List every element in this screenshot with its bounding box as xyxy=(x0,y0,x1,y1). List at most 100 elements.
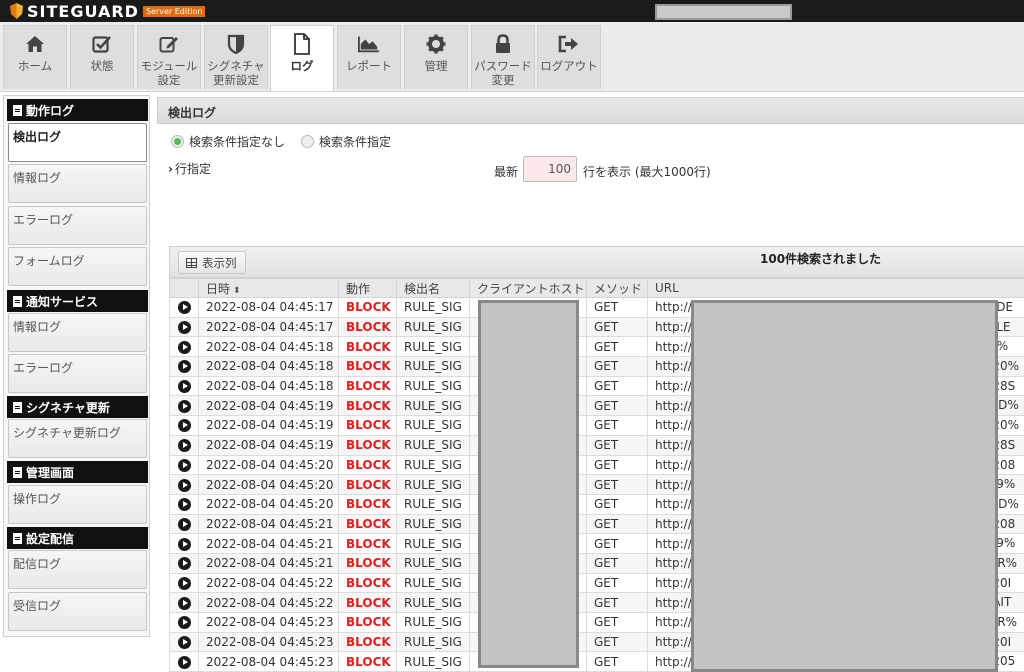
row-expand[interactable] xyxy=(169,552,199,574)
row-expand[interactable] xyxy=(169,356,199,377)
play-icon[interactable] xyxy=(177,537,191,551)
redacted-client-host xyxy=(478,300,579,668)
lock-icon xyxy=(492,33,514,55)
sidebar-item-signature-update-log[interactable]: シグネチャ更新ログ xyxy=(8,419,147,458)
sidebar-section-admin-screen: 管理画面 xyxy=(7,461,148,483)
cell-method: GET xyxy=(586,415,648,436)
latest-suffix: 行を表示 (最大1000行) xyxy=(583,165,711,179)
play-icon[interactable] xyxy=(177,576,191,590)
row-expand[interactable] xyxy=(169,395,199,417)
radio-condition[interactable] xyxy=(301,135,315,148)
header-datetime[interactable]: 日時 ⬍ xyxy=(198,278,339,298)
row-expand[interactable] xyxy=(169,592,199,613)
row-expand[interactable] xyxy=(169,533,199,554)
latest-rows-input[interactable]: 100 xyxy=(523,156,577,182)
play-icon[interactable] xyxy=(177,419,191,433)
sidebar-item-info-log[interactable]: 情報ログ xyxy=(8,164,147,203)
sort-icon[interactable]: ⬍ xyxy=(233,286,241,296)
sidebar-item-notify-info-log[interactable]: 情報ログ xyxy=(8,313,147,352)
radio-no-condition-label[interactable]: 検索条件指定なし xyxy=(189,133,285,150)
row-expand[interactable] xyxy=(169,336,199,358)
cell-action: BLOCK xyxy=(338,474,397,495)
play-icon[interactable] xyxy=(177,557,191,571)
row-expand[interactable] xyxy=(169,415,199,436)
row-expand[interactable] xyxy=(169,631,199,653)
cell-datetime: 2022-08-04 04:45:20 xyxy=(198,493,339,515)
play-icon[interactable] xyxy=(177,360,191,374)
tab-admin[interactable]: 管理 xyxy=(404,25,468,89)
url-head: http:// xyxy=(655,418,692,433)
play-icon[interactable] xyxy=(177,321,191,335)
sidebar-item-notify-error-log[interactable]: エラーログ xyxy=(8,354,147,393)
play-icon[interactable] xyxy=(177,616,191,630)
row-expand[interactable] xyxy=(169,316,199,338)
play-icon[interactable] xyxy=(177,517,191,531)
sidebar-item-send-log[interactable]: 配信ログ xyxy=(8,550,147,589)
sidebar-section-notification: 通知サービス xyxy=(7,290,148,312)
tab-module-settings[interactable]: モジュール 設定 xyxy=(137,25,201,89)
result-count: 100件検索されました xyxy=(760,252,882,266)
play-icon[interactable] xyxy=(177,636,191,650)
header-method[interactable]: メソッド xyxy=(586,278,648,298)
play-icon[interactable] xyxy=(177,380,191,394)
header-client-host[interactable]: クライアントホスト xyxy=(469,278,587,298)
block-label: BLOCK xyxy=(346,516,391,531)
tab-signature-settings[interactable]: シグネチャ 更新設定 xyxy=(204,25,268,89)
play-icon[interactable] xyxy=(177,439,191,453)
play-icon[interactable] xyxy=(177,498,191,512)
row-expand[interactable] xyxy=(169,651,199,672)
cell-datetime: 2022-08-04 04:45:23 xyxy=(198,631,339,653)
play-icon[interactable] xyxy=(177,458,191,472)
latest-label: 最新 xyxy=(494,165,519,179)
play-icon[interactable] xyxy=(177,596,191,610)
cell-datetime: 2022-08-04 04:45:22 xyxy=(198,592,339,613)
row-spec-toggle[interactable]: › 行指定 xyxy=(168,160,211,177)
document-icon xyxy=(291,33,313,55)
row-expand[interactable] xyxy=(169,375,199,397)
play-icon[interactable] xyxy=(177,399,191,413)
row-expand[interactable] xyxy=(169,297,199,318)
play-icon[interactable] xyxy=(177,655,191,669)
row-expand[interactable] xyxy=(169,513,199,535)
tab-status[interactable]: 状態 xyxy=(70,25,134,89)
tab-home[interactable]: ホーム xyxy=(3,25,67,89)
play-icon[interactable] xyxy=(177,301,191,315)
sidebar-item-form-log[interactable]: フォームログ xyxy=(8,247,147,286)
sidebar-item-operation-log[interactable]: 操作ログ xyxy=(8,485,147,524)
header-detect-name[interactable]: 検出名 xyxy=(396,278,470,298)
header-url[interactable]: URL xyxy=(647,278,1024,298)
cell-detect-name: RULE_SIG xyxy=(396,375,470,397)
header-action[interactable]: 動作 xyxy=(338,278,397,298)
cell-datetime: 2022-08-04 04:45:19 xyxy=(198,395,339,417)
cell-action: BLOCK xyxy=(338,631,397,653)
sidebar-item-receive-log[interactable]: 受信ログ xyxy=(8,592,147,631)
row-expand[interactable] xyxy=(169,434,199,456)
cell-action: BLOCK xyxy=(338,612,397,633)
cell-datetime: 2022-08-04 04:45:23 xyxy=(198,651,339,672)
sidebar-item-error-log[interactable]: エラーログ xyxy=(8,206,147,245)
columns-button[interactable]: 表示列 xyxy=(178,251,246,274)
tab-log[interactable]: ログ xyxy=(270,25,334,91)
search-condition-radios: 検索条件指定なし 検索条件指定 xyxy=(171,133,391,150)
block-label: BLOCK xyxy=(346,418,391,433)
row-expand[interactable] xyxy=(169,612,199,633)
tab-password[interactable]: パスワード 変更 xyxy=(471,25,535,89)
cell-detect-name: RULE_SIG xyxy=(396,316,470,338)
radio-condition-label[interactable]: 検索条件指定 xyxy=(319,133,391,150)
tab-report[interactable]: レポート xyxy=(337,25,401,89)
document-icon xyxy=(13,466,22,478)
block-label: BLOCK xyxy=(346,379,391,394)
play-icon[interactable] xyxy=(177,340,191,354)
radio-no-condition[interactable] xyxy=(171,135,184,148)
sidebar-item-detection-log[interactable]: 検出ログ xyxy=(8,123,147,162)
row-expand[interactable] xyxy=(169,572,199,594)
document-icon xyxy=(13,104,22,116)
row-expand[interactable] xyxy=(169,493,199,515)
cell-method: GET xyxy=(586,316,648,338)
row-expand[interactable] xyxy=(169,454,199,476)
tab-logout[interactable]: ログアウト xyxy=(537,25,601,89)
url-head: http:// xyxy=(655,457,692,472)
cell-method: GET xyxy=(586,395,648,417)
play-icon[interactable] xyxy=(177,478,191,492)
row-expand[interactable] xyxy=(169,474,199,495)
